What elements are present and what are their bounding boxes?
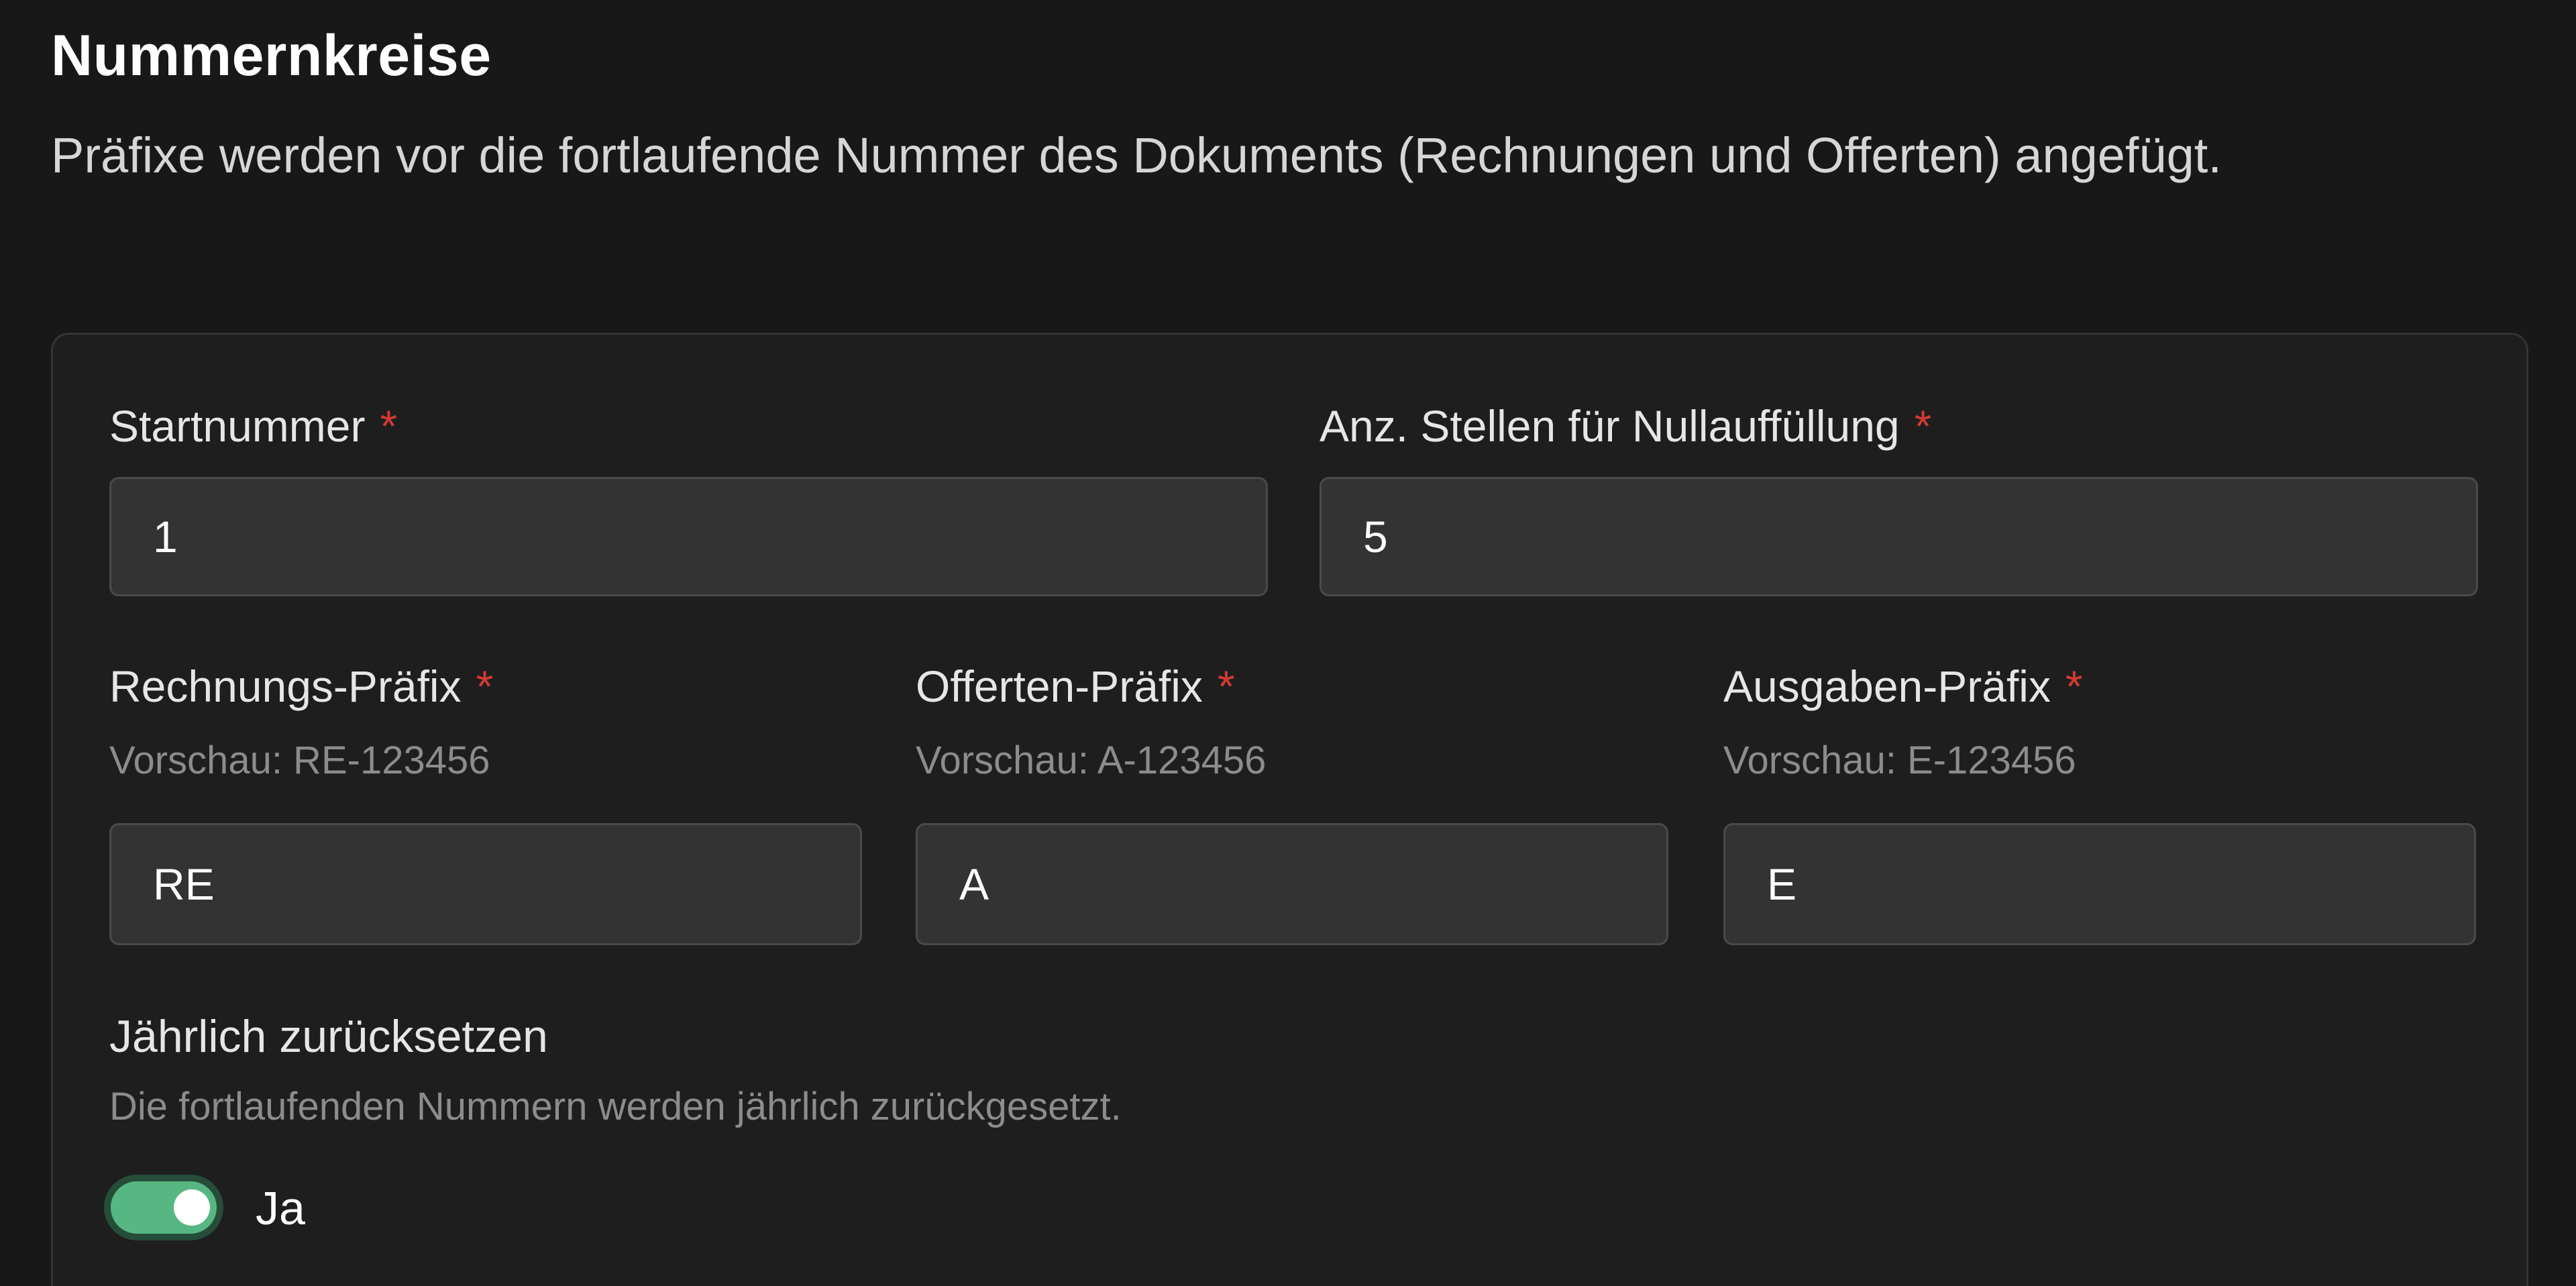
- start-number-input[interactable]: 1: [109, 477, 1268, 596]
- yearly-reset-label: Jährlich zurücksetzen: [109, 1011, 548, 1062]
- settings-page: Nummernkreise Präfixe werden vor die for…: [0, 0, 2576, 1286]
- invoice-prefix-preview: Vorschau: RE-123456: [109, 739, 490, 782]
- required-marker: *: [2065, 661, 2083, 711]
- expense-prefix-value: E: [1767, 859, 1797, 909]
- expense-prefix-input[interactable]: E: [1723, 823, 2476, 945]
- offer-prefix-input[interactable]: A: [916, 823, 1668, 945]
- start-number-value: 1: [153, 512, 178, 561]
- required-marker: *: [380, 401, 398, 451]
- invoice-prefix-input[interactable]: RE: [109, 823, 862, 945]
- start-number-label-text: Startnummer: [109, 401, 366, 451]
- offer-prefix-preview: Vorschau: A-123456: [916, 739, 1267, 782]
- required-marker: *: [476, 661, 494, 711]
- padding-digits-value: 5: [1363, 512, 1388, 561]
- padding-digits-label: Anz. Stellen für Nullauffüllung *: [1320, 399, 1931, 453]
- padding-digits-label-text: Anz. Stellen für Nullauffüllung: [1320, 401, 1900, 451]
- invoice-prefix-label: Rechnungs-Präfix *: [109, 659, 493, 713]
- section-title: Nummernkreise: [51, 23, 492, 88]
- required-marker: *: [1217, 661, 1235, 711]
- offer-prefix-label-text: Offerten-Präfix: [916, 661, 1203, 711]
- toggle-knob: [174, 1189, 210, 1226]
- expense-prefix-label: Ausgaben-Präfix *: [1723, 659, 2083, 713]
- expense-prefix-preview: Vorschau: E-123456: [1723, 739, 2076, 782]
- offer-prefix-value: A: [959, 859, 989, 909]
- invoice-prefix-value: RE: [153, 859, 215, 909]
- number-range-card: Startnummer * 1 Anz. Stellen für Nullauff…: [51, 333, 2528, 1286]
- yearly-reset-state-label: Ja: [256, 1182, 305, 1234]
- invoice-prefix-label-text: Rechnungs-Präfix: [109, 661, 462, 711]
- expense-prefix-label-text: Ausgaben-Präfix: [1723, 661, 2051, 711]
- padding-digits-input[interactable]: 5: [1320, 477, 2478, 596]
- yearly-reset-description: Die fortlaufenden Nummern werden jährlic…: [109, 1085, 1122, 1128]
- yearly-reset-toggle[interactable]: [104, 1175, 223, 1240]
- start-number-label: Startnummer *: [109, 399, 397, 453]
- required-marker: *: [1914, 401, 1932, 451]
- offer-prefix-label: Offerten-Präfix *: [916, 659, 1235, 713]
- section-description: Präfixe werden vor die fortlaufende Numm…: [51, 127, 2222, 183]
